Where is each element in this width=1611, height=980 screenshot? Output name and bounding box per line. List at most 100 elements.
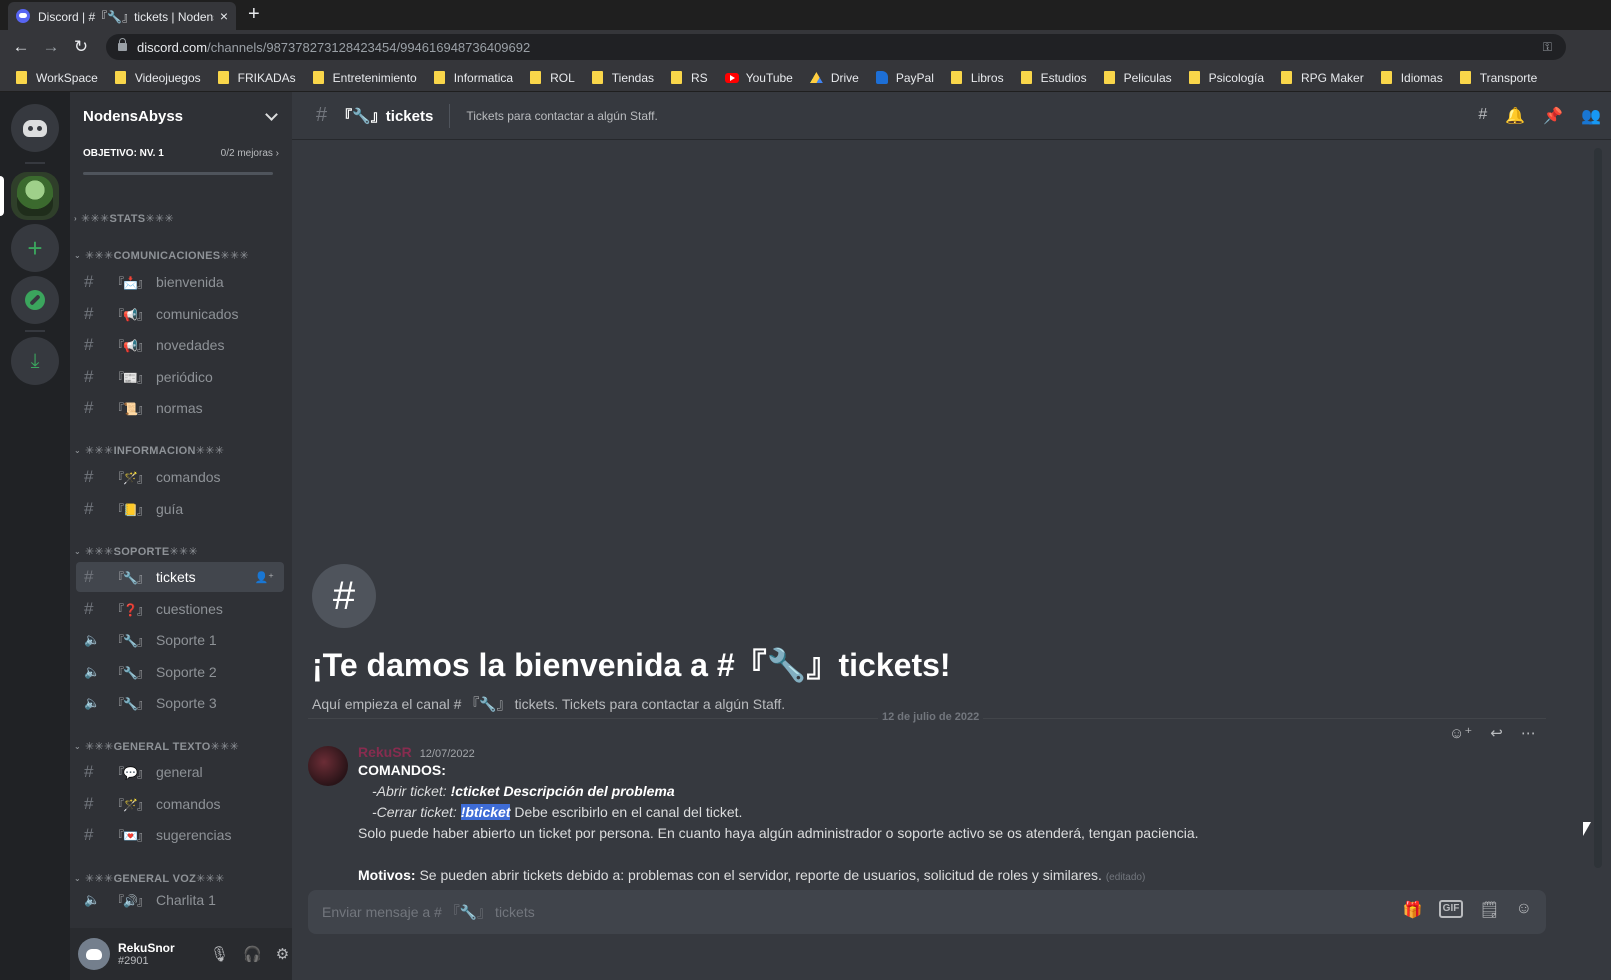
boost-progress-bar xyxy=(83,172,273,175)
channel-sugerencias[interactable]: # 『💌』 sugerencias xyxy=(76,820,284,850)
mute-microphone-icon[interactable]: 🎙 xyxy=(210,945,229,963)
bookmark-entretenimiento[interactable]: Entretenimiento xyxy=(312,71,417,85)
folder-icon xyxy=(530,71,542,84)
speaker-icon: 🔈 xyxy=(84,632,101,647)
bookmark-rs[interactable]: RS xyxy=(671,71,708,85)
channel-emoji-icon: 『❓』 xyxy=(112,602,149,617)
channel-novedades[interactable]: # 『📢』 novedades xyxy=(76,330,284,360)
invite-icon[interactable]: 👤⁺ xyxy=(254,571,274,584)
download-apps-button[interactable]: ⤓ xyxy=(11,337,59,385)
server-list-separator xyxy=(25,330,45,332)
close-tab-icon[interactable]: × xyxy=(220,8,228,24)
bookmark-transporte[interactable]: Transporte xyxy=(1459,71,1537,85)
category-comunicaciones[interactable]: ⌄ ✳✳✳COMUNICACIONES✳✳✳ xyxy=(70,249,249,262)
bookmark-videojuegos[interactable]: Videojuegos xyxy=(114,71,201,85)
sticker-icon[interactable]: 🗒 xyxy=(1479,900,1499,920)
channel-normas[interactable]: # 『📜』 normas xyxy=(76,393,284,423)
category-general-texto[interactable]: ⌄ ✳✳✳GENERAL TEXTO✳✳✳ xyxy=(70,740,239,753)
headphones-icon[interactable]: 🎧 xyxy=(243,945,262,963)
plus-icon: + xyxy=(27,232,43,263)
channel-emoji-icon: 『🔧』 xyxy=(112,633,149,648)
channel-emoji-icon: 『📢』 xyxy=(112,338,149,353)
bookmark-youtube[interactable]: YouTube xyxy=(724,71,793,85)
channel-tickets[interactable]: # 『🔧』 tickets 👤⁺ xyxy=(76,562,284,592)
bookmark-paypal[interactable]: PayPal xyxy=(875,71,934,85)
hash-icon: # xyxy=(84,335,94,354)
channel-emoji-icon: 『🔧』 xyxy=(112,696,149,711)
bookmark-idiomas[interactable]: Idiomas xyxy=(1380,71,1443,85)
voice-channel-soporte-1[interactable]: 🔈 『🔧』 Soporte 1 xyxy=(76,625,284,655)
youtube-icon xyxy=(724,72,739,83)
channel-comandos[interactable]: # 『🪄』 comandos xyxy=(76,462,284,492)
category-general-voz[interactable]: ⌄ ✳✳✳GENERAL VOZ✳✳✳ xyxy=(70,872,225,885)
voice-channel-charlita-1[interactable]: 🔈 『🔊』 Charlita 1 xyxy=(76,889,284,911)
boost-progress[interactable]: OBJETIVO: NV. 1 0/2 mejoras › xyxy=(70,140,292,180)
reload-icon[interactable]: ↻ xyxy=(72,37,90,57)
gift-icon[interactable]: 🎁 xyxy=(1403,900,1423,920)
discord-app: + ⤓ NodensAbyss OBJETIVO: NV. 1 0/2 mejo… xyxy=(0,92,1611,980)
avatar[interactable] xyxy=(308,746,348,786)
folder-icon xyxy=(1188,71,1200,84)
key-icon[interactable]: ⚿ xyxy=(1543,40,1552,55)
channel-comandos-general[interactable]: # 『🪄』 comandos xyxy=(76,789,284,819)
voice-channel-soporte-3[interactable]: 🔈 『🔧』 Soporte 3 xyxy=(76,688,284,718)
threads-icon[interactable]: # xyxy=(1478,106,1487,126)
gif-button[interactable]: GIF xyxy=(1438,900,1464,918)
server-header[interactable]: NodensAbyss xyxy=(70,92,292,140)
message-author[interactable]: RekuSR xyxy=(358,744,412,760)
members-icon[interactable]: 👥 xyxy=(1581,106,1601,126)
add-reaction-icon[interactable]: ☺⁺ xyxy=(1449,724,1472,742)
url-path: /channels/987378273128423454/99461694873… xyxy=(207,39,531,55)
message-input[interactable]: Enviar mensaje a # 『🔧』 tickets xyxy=(322,902,535,922)
bookmark-frikadas[interactable]: FRIKADAs xyxy=(217,71,296,85)
category-informacion[interactable]: ⌄ ✳✳✳INFORMACION✳✳✳ xyxy=(70,444,224,457)
scrollbar[interactable] xyxy=(1594,148,1602,868)
hash-icon: # xyxy=(84,567,94,586)
channel-emoji-icon: 『📰』 xyxy=(112,370,149,385)
bookmark-tiendas[interactable]: Tiendas xyxy=(591,71,654,85)
new-tab-button[interactable]: + xyxy=(248,3,260,26)
url-field[interactable]: discord.com/channels/987378273128423454/… xyxy=(106,34,1566,60)
more-options-icon[interactable]: ⋯ xyxy=(1521,724,1536,742)
bookmark-estudios[interactable]: Estudios xyxy=(1020,71,1087,85)
channel-cuestiones[interactable]: # 『❓』 cuestiones xyxy=(76,594,284,624)
folder-icon xyxy=(312,71,324,84)
user-info[interactable]: RekuSnor #2901 xyxy=(118,941,210,967)
bookmark-psicologia[interactable]: Psicología xyxy=(1188,71,1264,85)
bookmark-workspace[interactable]: WorkSpace xyxy=(16,71,98,85)
category-soporte[interactable]: ⌄ ✳✳✳SOPORTE✳✳✳ xyxy=(70,545,198,558)
bookmark-libros[interactable]: Libros xyxy=(950,71,1004,85)
folder-icon xyxy=(1020,71,1032,84)
channel-topic[interactable]: Tickets para contactar a algún Staff. xyxy=(466,109,657,123)
bell-icon[interactable]: 🔔 xyxy=(1505,106,1525,126)
back-icon[interactable]: ← xyxy=(12,37,30,57)
message-heading: COMANDOS: xyxy=(358,762,446,778)
bookmark-rpg-maker[interactable]: RPG Maker xyxy=(1281,71,1364,85)
channel-comunicados[interactable]: # 『📢』 comunicados xyxy=(76,299,284,329)
gear-icon[interactable]: ⚙ xyxy=(276,945,289,963)
explore-servers-button[interactable] xyxy=(11,276,59,324)
avatar[interactable] xyxy=(78,938,110,970)
emoji-icon[interactable]: ☺ xyxy=(1516,900,1532,920)
reply-icon[interactable]: ↩ xyxy=(1490,724,1503,742)
bookmark-peliculas[interactable]: Peliculas xyxy=(1103,71,1172,85)
bookmark-rol[interactable]: ROL xyxy=(530,71,575,85)
server-nodensabyss-icon[interactable] xyxy=(11,172,59,220)
add-server-button[interactable]: + xyxy=(11,224,59,272)
pin-icon[interactable]: 📌 xyxy=(1543,106,1563,126)
voice-channel-soporte-2[interactable]: 🔈 『🔧』 Soporte 2 xyxy=(76,657,284,687)
forward-icon[interactable]: → xyxy=(42,37,60,57)
hash-icon: # xyxy=(84,762,94,781)
channel-guia[interactable]: # 『📒』 guía xyxy=(76,494,284,524)
message-composer[interactable]: Enviar mensaje a # 『🔧』 tickets 🎁 GIF 🗒 ☺ xyxy=(308,890,1546,934)
channel-bienvenida[interactable]: # 『📩』 bienvenida xyxy=(76,267,284,297)
channel-general[interactable]: # 『💬』 general xyxy=(76,757,284,787)
browser-tab[interactable]: Discord | #『🔧』tickets | Nodens/ × xyxy=(8,2,236,30)
folder-icon xyxy=(114,71,126,84)
bookmark-informatica[interactable]: Informatica xyxy=(433,71,513,85)
bookmark-drive[interactable]: Drive xyxy=(809,71,859,85)
channel-periodico[interactable]: # 『📰』 periódico xyxy=(76,362,284,392)
category-stats[interactable]: › ✳✳✳STATS✳✳✳ xyxy=(70,212,174,225)
home-button[interactable] xyxy=(11,104,59,152)
message[interactable]: RekuSR 12/07/2022 COMANDOS: -Abrir ticke… xyxy=(308,744,1538,888)
